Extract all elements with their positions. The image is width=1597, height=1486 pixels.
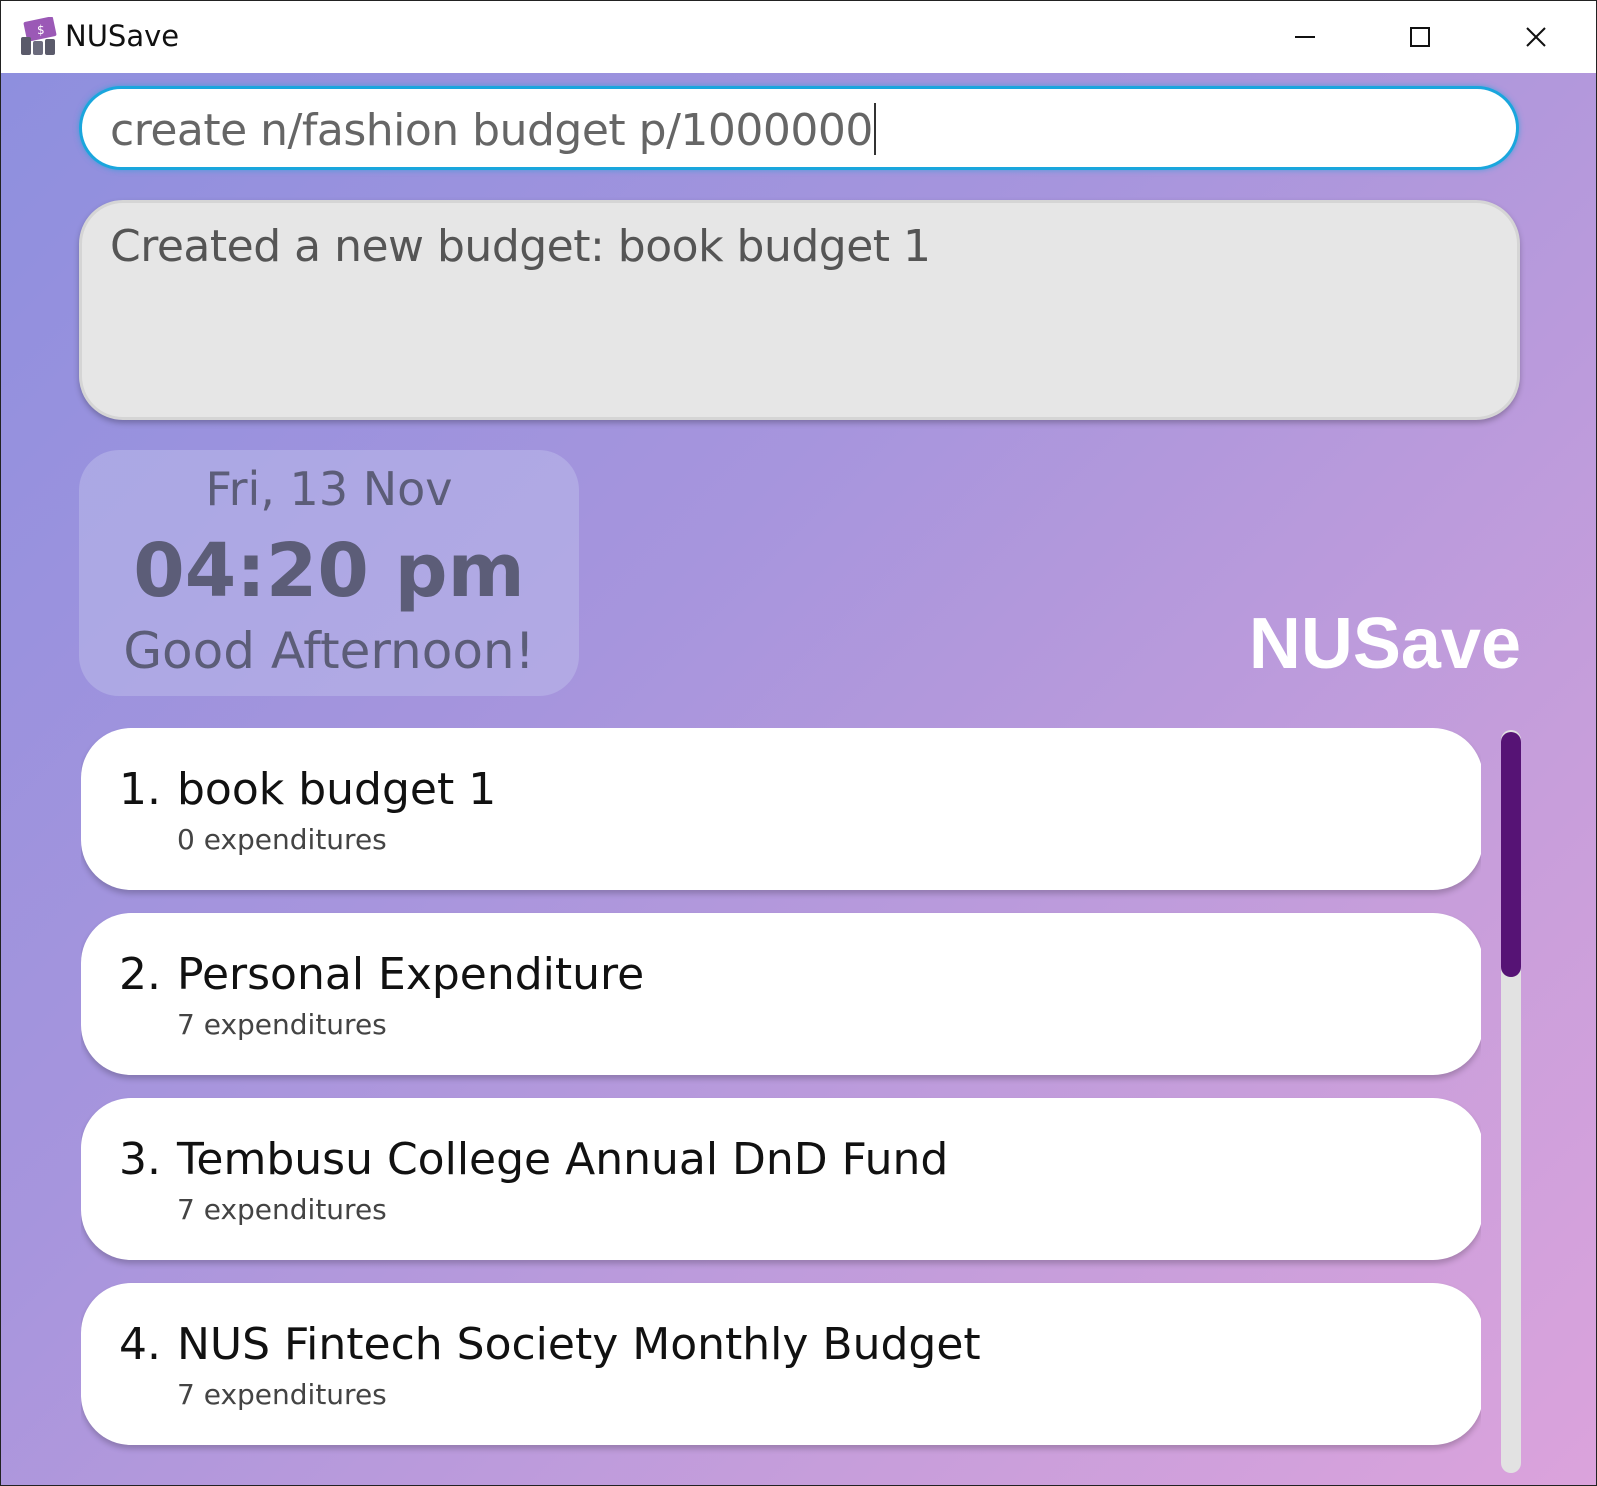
budget-index: 4. — [119, 1319, 161, 1370]
budget-name: Personal Expenditure — [177, 949, 645, 1000]
budget-index: 1. — [119, 764, 161, 815]
budget-card[interactable]: 1. book budget 1 0 expenditures — [81, 728, 1481, 890]
title-bar[interactable]: $ NUSave — [1, 1, 1596, 73]
clock-time: 04:20 pm — [133, 528, 525, 614]
result-display[interactable]: Created a new budget: book budget 1 — [79, 200, 1520, 420]
minimize-button[interactable] — [1247, 1, 1362, 73]
main-content: create n/fashion budget p/1000000 Create… — [1, 73, 1596, 1485]
budget-expenditure-count: 7 expenditures — [177, 1378, 387, 1411]
close-icon — [1525, 27, 1546, 47]
budget-name: Tembusu College Annual DnD Fund — [177, 1134, 949, 1185]
text-caret — [873, 103, 876, 155]
budget-card[interactable]: 3. Tembusu College Annual DnD Fund 7 exp… — [81, 1098, 1481, 1260]
maximize-button[interactable] — [1362, 1, 1477, 73]
budget-name: book budget 1 — [177, 764, 497, 815]
result-text: Created a new budget: book budget 1 — [110, 221, 931, 272]
app-window: $ NUSave create n/fashion budget p/10000… — [0, 0, 1597, 1486]
list-scrollbar[interactable] — [1501, 730, 1521, 1473]
svg-text:$: $ — [37, 23, 45, 37]
budget-expenditure-count: 0 expenditures — [177, 823, 387, 856]
budget-index: 3. — [119, 1134, 161, 1185]
clock-panel: Fri, 13 Nov 04:20 pm Good Afternoon! — [79, 450, 579, 696]
close-button[interactable] — [1478, 1, 1593, 73]
budget-name: NUS Fintech Society Monthly Budget — [177, 1319, 981, 1370]
budget-card[interactable]: 4. NUS Fintech Society Monthly Budget 7 … — [81, 1283, 1481, 1445]
budget-expenditure-count: 7 expenditures — [177, 1008, 387, 1041]
budget-list: 1. book budget 1 0 expenditures 2. Perso… — [81, 728, 1481, 1485]
clock-date: Fri, 13 Nov — [205, 462, 453, 516]
scrollbar-thumb[interactable] — [1501, 732, 1521, 977]
maximize-icon — [1409, 27, 1430, 47]
command-input[interactable]: create n/fashion budget p/1000000 — [79, 86, 1519, 170]
money-stack-icon: $ — [21, 17, 57, 55]
greeting-text: Good Afternoon! — [123, 622, 535, 680]
budget-card[interactable]: 2. Personal Expenditure 7 expenditures — [81, 913, 1481, 1075]
budget-expenditure-count: 7 expenditures — [177, 1193, 387, 1226]
window-title: NUSave — [65, 19, 180, 53]
minimize-icon — [1294, 36, 1315, 38]
budget-index: 2. — [119, 949, 161, 1000]
command-input-text: create n/fashion budget p/1000000 — [110, 105, 873, 156]
brand-logo-text: NUSave — [1248, 604, 1521, 684]
